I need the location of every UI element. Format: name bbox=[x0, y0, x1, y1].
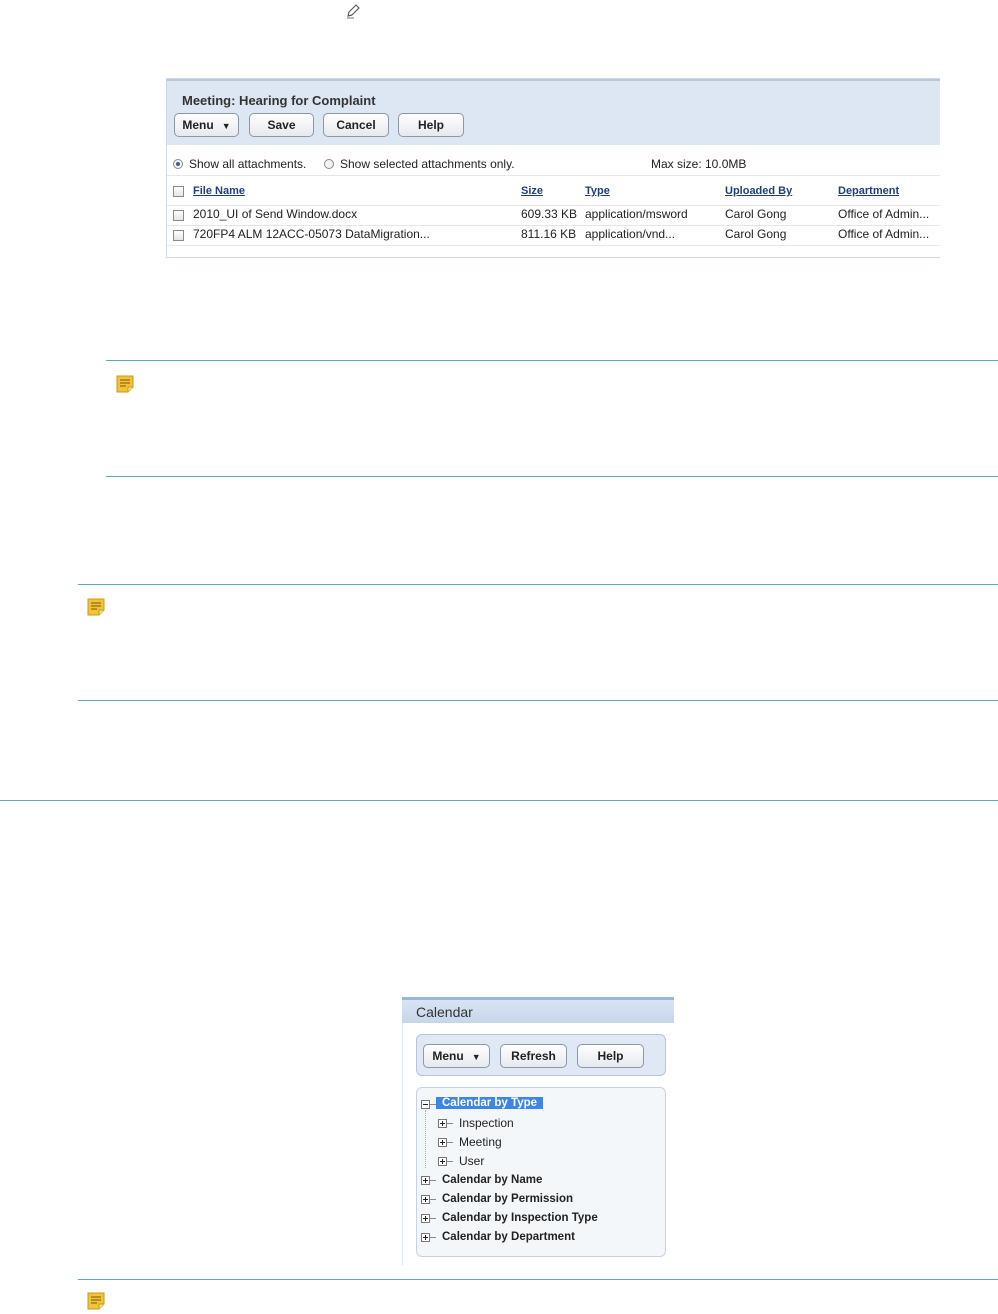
row-checkbox[interactable] bbox=[173, 230, 184, 241]
show-selected-label: Show selected attachments only. bbox=[340, 157, 515, 171]
calendar-menu-button[interactable]: Menu ▼ bbox=[423, 1044, 490, 1068]
attachments-panel: Meeting: Hearing for Complaint Menu ▼ Sav… bbox=[166, 78, 940, 258]
collapse-icon[interactable] bbox=[421, 1100, 430, 1109]
department-cell: Office of Admin... bbox=[838, 207, 930, 221]
expand-icon[interactable] bbox=[421, 1176, 430, 1185]
tree-node-calendar-by-type[interactable]: Calendar by Type bbox=[436, 1097, 544, 1109]
tree-connector bbox=[447, 1161, 453, 1162]
expand-icon[interactable] bbox=[421, 1233, 430, 1242]
expand-icon[interactable] bbox=[438, 1157, 447, 1166]
show-all-label: Show all attachments. bbox=[189, 157, 307, 171]
column-department[interactable]: Department bbox=[838, 185, 899, 197]
max-size-label: Max size: 10.0MB bbox=[651, 157, 747, 171]
uploaded-by-cell: Carol Gong bbox=[725, 227, 787, 241]
calendar-tree: Calendar by Type Inspection Meeting User… bbox=[416, 1087, 666, 1257]
column-type[interactable]: Type bbox=[585, 185, 610, 197]
tree-connector bbox=[430, 1180, 436, 1181]
select-all-checkbox[interactable] bbox=[173, 186, 184, 197]
header-divider bbox=[167, 205, 940, 206]
note-bottom-rule bbox=[78, 700, 998, 701]
tree-guide bbox=[425, 1110, 427, 1168]
type-cell: application/vnd... bbox=[585, 227, 676, 241]
department-cell: Office of Admin... bbox=[838, 227, 930, 241]
expand-icon[interactable] bbox=[438, 1119, 447, 1128]
row-divider bbox=[167, 225, 940, 226]
tree-connector bbox=[430, 1199, 436, 1200]
file-name-cell[interactable]: 720FP4 ALM 12ACC-05073 DataMigration... bbox=[193, 227, 430, 241]
calendar-toolbar: Menu ▼ Refresh Help bbox=[416, 1034, 666, 1076]
calendar-panel: Calendar Menu ▼ Refresh Help Calendar by … bbox=[402, 997, 674, 1265]
file-name-cell[interactable]: 2010_UI of Send Window.docx bbox=[193, 207, 357, 221]
table-top-border bbox=[167, 175, 940, 176]
note-bottom-rule bbox=[106, 476, 998, 477]
note-top-rule bbox=[78, 584, 998, 585]
cancel-button[interactable]: Cancel bbox=[323, 113, 389, 137]
tree-connector bbox=[447, 1123, 453, 1124]
attachments-header: Meeting: Hearing for Complaint Menu ▼ Sav… bbox=[167, 79, 940, 145]
row-checkbox[interactable] bbox=[173, 210, 184, 221]
note-icon bbox=[87, 598, 105, 616]
save-button[interactable]: Save bbox=[249, 113, 314, 137]
menu-button[interactable]: Menu ▼ bbox=[174, 113, 239, 137]
show-selected-radio[interactable] bbox=[324, 159, 334, 169]
menu-button-label: Menu bbox=[182, 118, 214, 132]
expand-icon[interactable] bbox=[421, 1195, 430, 1204]
section-rule bbox=[0, 800, 998, 801]
column-size[interactable]: Size bbox=[521, 185, 543, 197]
tree-node-meeting[interactable]: Meeting bbox=[459, 1135, 502, 1149]
note-icon bbox=[116, 375, 134, 393]
calendar-help-button[interactable]: Help bbox=[577, 1044, 644, 1068]
tree-connector bbox=[430, 1218, 436, 1219]
tree-node-calendar-by-department[interactable]: Calendar by Department bbox=[442, 1231, 575, 1243]
tree-node-calendar-by-inspection-type[interactable]: Calendar by Inspection Type bbox=[442, 1212, 598, 1224]
tree-node-calendar-by-name[interactable]: Calendar by Name bbox=[442, 1174, 542, 1186]
note-icon bbox=[87, 1292, 105, 1310]
size-cell: 609.33 KB bbox=[521, 207, 578, 221]
calendar-title: Calendar bbox=[416, 1004, 473, 1020]
uploaded-by-cell: Carol Gong bbox=[725, 207, 787, 221]
calendar-title-bar: Calendar bbox=[402, 997, 674, 1023]
help-button[interactable]: Help bbox=[398, 113, 464, 137]
column-uploaded-by[interactable]: Uploaded By bbox=[725, 185, 792, 197]
panel-border bbox=[402, 1023, 403, 1265]
expand-icon[interactable] bbox=[421, 1214, 430, 1223]
calendar-menu-label: Menu bbox=[432, 1049, 464, 1063]
pencil-icon[interactable] bbox=[344, 2, 362, 20]
note-top-rule bbox=[106, 360, 998, 361]
attachments-title: Meeting: Hearing for Complaint bbox=[182, 93, 376, 108]
size-cell: 811.16 KB bbox=[521, 227, 577, 241]
tree-connector bbox=[447, 1142, 453, 1143]
refresh-button[interactable]: Refresh bbox=[500, 1044, 567, 1068]
menu-arrow-icon: ▼ bbox=[221, 120, 231, 131]
tree-connector bbox=[430, 1237, 436, 1238]
tree-node-calendar-by-permission[interactable]: Calendar by Permission bbox=[442, 1193, 573, 1205]
menu-arrow-icon: ▼ bbox=[471, 1051, 481, 1062]
tree-node-inspection[interactable]: Inspection bbox=[459, 1116, 514, 1130]
column-file-name[interactable]: File Name bbox=[193, 185, 245, 197]
row-divider bbox=[167, 245, 940, 246]
type-cell: application/msword bbox=[585, 207, 688, 221]
note-top-rule bbox=[78, 1279, 998, 1280]
expand-icon[interactable] bbox=[438, 1138, 447, 1147]
show-all-radio[interactable] bbox=[173, 159, 183, 169]
tree-node-user[interactable]: User bbox=[459, 1154, 484, 1168]
